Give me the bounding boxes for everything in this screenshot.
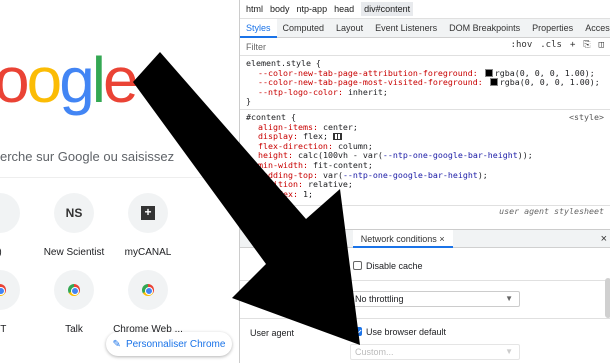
close-drawer-icon[interactable]: × bbox=[601, 233, 607, 245]
custom-ua-select[interactable]: Custom... ▼ bbox=[350, 344, 520, 360]
shortcut-label: PT bbox=[0, 324, 7, 335]
disable-cache-label: Disable cache bbox=[366, 261, 423, 271]
shortcut-chrome-web-store[interactable]: Chrome Web ... bbox=[113, 270, 183, 335]
breadcrumb-item-selected[interactable]: div#content bbox=[361, 2, 414, 16]
throttling-value: No throttling bbox=[355, 294, 404, 304]
flex-editor-icon[interactable] bbox=[332, 133, 342, 141]
shortcut-new-scientist[interactable]: NS New Scientist bbox=[39, 193, 109, 258]
css-property[interactable]: --ntp-logo-color: inherit; bbox=[246, 87, 604, 98]
shortcut-tile[interactable]: ) bbox=[0, 193, 35, 258]
google-logo: oogle bbox=[0, 44, 139, 116]
new-rule-button[interactable]: + bbox=[570, 40, 575, 50]
breadcrumb-item[interactable]: head bbox=[334, 4, 354, 14]
new-scientist-icon: NS bbox=[54, 193, 94, 233]
color-swatch-icon[interactable] bbox=[484, 68, 493, 77]
logo-letter: l bbox=[91, 44, 106, 116]
checkbox-icon[interactable] bbox=[353, 261, 362, 270]
customize-chrome-button[interactable]: ✎ Personnaliser Chrome bbox=[106, 332, 232, 356]
divider bbox=[240, 280, 610, 281]
search-placeholder: erche sur Google ou saisissez bbox=[0, 149, 175, 164]
tab-event-listeners[interactable]: Event Listeners bbox=[369, 19, 443, 38]
rule-close: } bbox=[246, 96, 251, 107]
drawer-tabbar: Console What's New Network conditions × … bbox=[240, 229, 610, 248]
blank-icon bbox=[0, 193, 20, 233]
logo-letter: o bbox=[0, 44, 30, 116]
icon-text: + bbox=[141, 206, 155, 220]
pencil-icon: ✎ bbox=[112, 338, 121, 350]
disable-cache-checkbox[interactable]: Disable cache bbox=[353, 261, 423, 271]
content-rule: #content { <style> align-items: center; … bbox=[240, 110, 610, 206]
shortcut-label: Talk bbox=[65, 324, 83, 335]
chrome-icon bbox=[54, 270, 94, 310]
cls-toggle[interactable]: .cls bbox=[540, 40, 562, 50]
custom-ua-placeholder: Custom... bbox=[355, 347, 394, 357]
tab-computed[interactable]: Computed bbox=[277, 19, 331, 38]
chevron-down-icon: ▼ bbox=[505, 294, 513, 303]
logo-letter: e bbox=[103, 44, 139, 116]
breadcrumb-item[interactable]: html bbox=[246, 4, 263, 14]
throttling-label: Network throttling bbox=[250, 293, 321, 303]
new-tab-page: oogle erche sur Google ou saisissez ) NS… bbox=[0, 0, 239, 363]
filter-input[interactable]: Filter bbox=[246, 42, 266, 52]
icon-text: NS bbox=[65, 206, 83, 220]
shortcut-mycanal[interactable]: + myCANAL bbox=[113, 193, 183, 258]
breadcrumb-item[interactable]: ntp-app bbox=[297, 4, 328, 14]
styles-tabbar: Styles Computed Layout Event Listeners D… bbox=[240, 18, 610, 38]
close-tab-icon[interactable]: × bbox=[439, 234, 444, 244]
devtools-panel: html body ntp-app head div#content Style… bbox=[239, 0, 610, 363]
user-agent-label: User agent bbox=[250, 328, 295, 338]
customize-label: Personnaliser Chrome bbox=[125, 338, 226, 350]
breadcrumb-item[interactable]: body bbox=[270, 4, 290, 14]
styles-filter-bar: Filter :hov .cls + ⎘ ◫ bbox=[240, 38, 610, 56]
breadcrumb: html body ntp-app head div#content bbox=[240, 0, 610, 19]
color-swatch-icon[interactable] bbox=[489, 78, 498, 87]
use-default-label: Use browser default bbox=[366, 327, 447, 337]
divider bbox=[240, 318, 610, 319]
tab-whats-new[interactable]: What's New bbox=[289, 230, 353, 248]
shortcut-label: New Scientist bbox=[43, 247, 105, 258]
tab-network-conditions[interactable]: Network conditions × bbox=[352, 229, 453, 248]
tab-accessibility[interactable]: Accessibility bbox=[579, 19, 610, 38]
checkbox-checked-icon[interactable] bbox=[353, 327, 362, 336]
tab-styles[interactable]: Styles bbox=[240, 18, 277, 38]
user-agent-stylesheet-label: user agent stylesheet bbox=[499, 205, 604, 216]
use-default-checkbox[interactable]: Use browser default bbox=[353, 327, 446, 337]
search-box[interactable]: erche sur Google ou saisissez bbox=[0, 134, 239, 178]
shortcut-tile[interactable]: PT bbox=[0, 270, 35, 335]
sidebar-toggle-icon[interactable]: ◫ bbox=[599, 40, 604, 50]
tab-console[interactable]: Console bbox=[240, 230, 289, 248]
element-style-rule: element.style { --color-new-tab-page-att… bbox=[240, 56, 610, 110]
hov-toggle[interactable]: :hov bbox=[511, 40, 533, 50]
chrome-icon bbox=[0, 270, 20, 310]
network-conditions-panel: Disable cache Network throttling No thro… bbox=[240, 248, 610, 363]
shortcut-talk[interactable]: Talk bbox=[39, 270, 109, 335]
shortcut-label: myCANAL bbox=[124, 247, 172, 258]
chevron-down-icon: ▼ bbox=[505, 347, 513, 356]
tab-dom-breakpoints[interactable]: DOM Breakpoints bbox=[443, 19, 526, 38]
logo-letter: g bbox=[59, 44, 95, 116]
rule-source-link[interactable]: <style> bbox=[569, 112, 604, 123]
scrollbar[interactable] bbox=[605, 278, 610, 318]
chrome-icon bbox=[128, 270, 168, 310]
tab-layout[interactable]: Layout bbox=[330, 19, 369, 38]
logo-letter: o bbox=[26, 44, 63, 116]
mycanal-icon: + bbox=[128, 193, 168, 233]
shortcut-label: ) bbox=[0, 247, 35, 258]
css-property[interactable]: z-index: 1; bbox=[246, 189, 604, 200]
tab-properties[interactable]: Properties bbox=[526, 19, 579, 38]
paint-icon[interactable]: ⎘ bbox=[583, 40, 590, 50]
throttling-select[interactable]: No throttling ▼ bbox=[350, 291, 520, 307]
